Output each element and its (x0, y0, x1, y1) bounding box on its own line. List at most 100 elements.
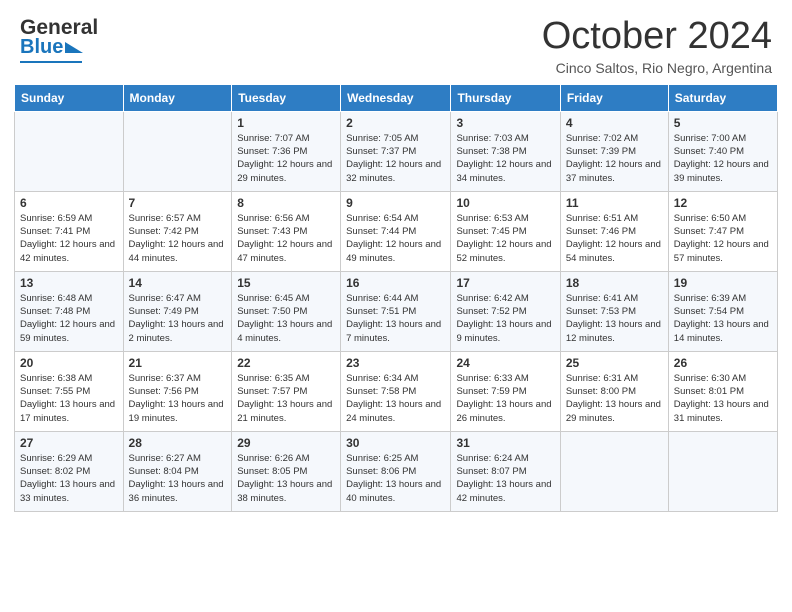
day-number: 25 (566, 356, 663, 370)
calendar-cell (668, 431, 777, 511)
logo: General Blue (20, 16, 100, 63)
calendar-cell: 6 Sunrise: 6:59 AM Sunset: 7:41 PM Daylig… (15, 191, 124, 271)
day-info: Sunrise: 6:39 AM Sunset: 7:54 PM Dayligh… (674, 292, 772, 345)
day-number: 23 (346, 356, 445, 370)
calendar-cell: 14 Sunrise: 6:47 AM Sunset: 7:49 PM Dayli… (123, 271, 232, 351)
day-number: 6 (20, 196, 118, 210)
day-number: 4 (566, 116, 663, 130)
calendar-cell: 21 Sunrise: 6:37 AM Sunset: 7:56 PM Dayli… (123, 351, 232, 431)
day-number: 19 (674, 276, 772, 290)
day-number: 22 (237, 356, 335, 370)
header-day-friday: Friday (560, 84, 668, 111)
day-info: Sunrise: 6:45 AM Sunset: 7:50 PM Dayligh… (237, 292, 335, 345)
day-info: Sunrise: 6:59 AM Sunset: 7:41 PM Dayligh… (20, 212, 118, 265)
day-info: Sunrise: 6:41 AM Sunset: 7:53 PM Dayligh… (566, 292, 663, 345)
month-title: October 2024 (542, 16, 772, 58)
page-header: General Blue October 2024 Cinco Saltos, … (0, 0, 792, 84)
calendar-body: 1Sunrise: 7:07 AM Sunset: 7:36 PM Daylig… (15, 111, 778, 511)
day-info: Sunrise: 6:53 AM Sunset: 7:45 PM Dayligh… (456, 212, 554, 265)
calendar-container: SundayMondayTuesdayWednesdayThursdayFrid… (0, 84, 792, 526)
calendar-cell: 17Sunrise: 6:42 AM Sunset: 7:52 PM Dayli… (451, 271, 560, 351)
day-info: Sunrise: 6:56 AM Sunset: 7:43 PM Dayligh… (237, 212, 335, 265)
calendar-table: SundayMondayTuesdayWednesdayThursdayFrid… (14, 84, 778, 512)
day-info: Sunrise: 7:02 AM Sunset: 7:39 PM Dayligh… (566, 132, 663, 185)
day-info: Sunrise: 6:44 AM Sunset: 7:51 PM Dayligh… (346, 292, 445, 345)
calendar-cell: 29 Sunrise: 6:26 AM Sunset: 8:05 PM Dayli… (232, 431, 341, 511)
day-number: 5 (674, 116, 772, 130)
day-info: Sunrise: 6:29 AM Sunset: 8:02 PM Dayligh… (20, 452, 118, 505)
calendar-cell: 23 Sunrise: 6:34 AM Sunset: 7:58 PM Dayli… (341, 351, 451, 431)
calendar-week-2: 13Sunrise: 6:48 AM Sunset: 7:48 PM Dayli… (15, 271, 778, 351)
calendar-cell: 11Sunrise: 6:51 AM Sunset: 7:46 PM Dayli… (560, 191, 668, 271)
day-number: 20 (20, 356, 118, 370)
calendar-cell (123, 111, 232, 191)
header-day-saturday: Saturday (668, 84, 777, 111)
day-info: Sunrise: 6:37 AM Sunset: 7:56 PM Dayligh… (129, 372, 227, 425)
day-info: Sunrise: 6:33 AM Sunset: 7:59 PM Dayligh… (456, 372, 554, 425)
day-info: Sunrise: 6:31 AM Sunset: 8:00 PM Dayligh… (566, 372, 663, 425)
logo-image: General Blue (20, 16, 98, 63)
calendar-cell: 25 Sunrise: 6:31 AM Sunset: 8:00 PM Dayli… (560, 351, 668, 431)
day-number: 18 (566, 276, 663, 290)
calendar-cell: 2 Sunrise: 7:05 AM Sunset: 7:37 PM Daylig… (341, 111, 451, 191)
day-info: Sunrise: 6:51 AM Sunset: 7:46 PM Dayligh… (566, 212, 663, 265)
day-info: Sunrise: 6:57 AM Sunset: 7:42 PM Dayligh… (129, 212, 227, 265)
calendar-week-1: 6 Sunrise: 6:59 AM Sunset: 7:41 PM Daylig… (15, 191, 778, 271)
day-number: 21 (129, 356, 227, 370)
day-info: Sunrise: 6:26 AM Sunset: 8:05 PM Dayligh… (237, 452, 335, 505)
day-info: Sunrise: 6:35 AM Sunset: 7:57 PM Dayligh… (237, 372, 335, 425)
day-info: Sunrise: 6:38 AM Sunset: 7:55 PM Dayligh… (20, 372, 118, 425)
day-number: 15 (237, 276, 335, 290)
day-number: 2 (346, 116, 445, 130)
day-info: Sunrise: 7:03 AM Sunset: 7:38 PM Dayligh… (456, 132, 554, 185)
day-info: Sunrise: 6:27 AM Sunset: 8:04 PM Dayligh… (129, 452, 227, 505)
calendar-cell: 22 Sunrise: 6:35 AM Sunset: 7:57 PM Dayli… (232, 351, 341, 431)
calendar-cell: 24 Sunrise: 6:33 AM Sunset: 7:59 PM Dayli… (451, 351, 560, 431)
day-info: Sunrise: 6:50 AM Sunset: 7:47 PM Dayligh… (674, 212, 772, 265)
day-number: 30 (346, 436, 445, 450)
calendar-cell: 10Sunrise: 6:53 AM Sunset: 7:45 PM Dayli… (451, 191, 560, 271)
day-number: 9 (346, 196, 445, 210)
calendar-cell: 15 Sunrise: 6:45 AM Sunset: 7:50 PM Dayli… (232, 271, 341, 351)
calendar-cell: 3 Sunrise: 7:03 AM Sunset: 7:38 PM Daylig… (451, 111, 560, 191)
header-day-tuesday: Tuesday (232, 84, 341, 111)
day-info: Sunrise: 7:00 AM Sunset: 7:40 PM Dayligh… (674, 132, 772, 185)
calendar-cell: 19 Sunrise: 6:39 AM Sunset: 7:54 PM Dayli… (668, 271, 777, 351)
header-row: SundayMondayTuesdayWednesdayThursdayFrid… (15, 84, 778, 111)
calendar-week-3: 20 Sunrise: 6:38 AM Sunset: 7:55 PM Dayli… (15, 351, 778, 431)
day-number: 29 (237, 436, 335, 450)
calendar-cell: 9Sunrise: 6:54 AM Sunset: 7:44 PM Daylig… (341, 191, 451, 271)
calendar-cell: 8Sunrise: 6:56 AM Sunset: 7:43 PM Daylig… (232, 191, 341, 271)
day-info: Sunrise: 6:47 AM Sunset: 7:49 PM Dayligh… (129, 292, 227, 345)
calendar-cell: 12 Sunrise: 6:50 AM Sunset: 7:47 PM Dayli… (668, 191, 777, 271)
calendar-week-0: 1Sunrise: 7:07 AM Sunset: 7:36 PM Daylig… (15, 111, 778, 191)
day-info: Sunrise: 6:34 AM Sunset: 7:58 PM Dayligh… (346, 372, 445, 425)
calendar-cell: 16Sunrise: 6:44 AM Sunset: 7:51 PM Dayli… (341, 271, 451, 351)
logo-blue: Blue (20, 36, 63, 59)
calendar-cell (15, 111, 124, 191)
logo-bottom-row: Blue (20, 36, 98, 59)
day-number: 3 (456, 116, 554, 130)
day-info: Sunrise: 6:48 AM Sunset: 7:48 PM Dayligh… (20, 292, 118, 345)
logo-arrow-icon (65, 42, 83, 53)
calendar-cell: 13Sunrise: 6:48 AM Sunset: 7:48 PM Dayli… (15, 271, 124, 351)
day-number: 31 (456, 436, 554, 450)
day-info: Sunrise: 7:05 AM Sunset: 7:37 PM Dayligh… (346, 132, 445, 185)
calendar-cell: 7Sunrise: 6:57 AM Sunset: 7:42 PM Daylig… (123, 191, 232, 271)
calendar-cell: 18 Sunrise: 6:41 AM Sunset: 7:53 PM Dayli… (560, 271, 668, 351)
location-subtitle: Cinco Saltos, Rio Negro, Argentina (542, 60, 772, 76)
calendar-cell: 30Sunrise: 6:25 AM Sunset: 8:06 PM Dayli… (341, 431, 451, 511)
calendar-cell: 31 Sunrise: 6:24 AM Sunset: 8:07 PM Dayli… (451, 431, 560, 511)
calendar-week-4: 27 Sunrise: 6:29 AM Sunset: 8:02 PM Dayli… (15, 431, 778, 511)
header-day-wednesday: Wednesday (341, 84, 451, 111)
calendar-cell: 27 Sunrise: 6:29 AM Sunset: 8:02 PM Dayli… (15, 431, 124, 511)
day-number: 28 (129, 436, 227, 450)
day-info: Sunrise: 7:07 AM Sunset: 7:36 PM Dayligh… (237, 132, 335, 185)
calendar-header: SundayMondayTuesdayWednesdayThursdayFrid… (15, 84, 778, 111)
day-number: 12 (674, 196, 772, 210)
day-number: 24 (456, 356, 554, 370)
day-info: Sunrise: 6:24 AM Sunset: 8:07 PM Dayligh… (456, 452, 554, 505)
day-number: 14 (129, 276, 227, 290)
calendar-cell: 20 Sunrise: 6:38 AM Sunset: 7:55 PM Dayli… (15, 351, 124, 431)
day-number: 27 (20, 436, 118, 450)
